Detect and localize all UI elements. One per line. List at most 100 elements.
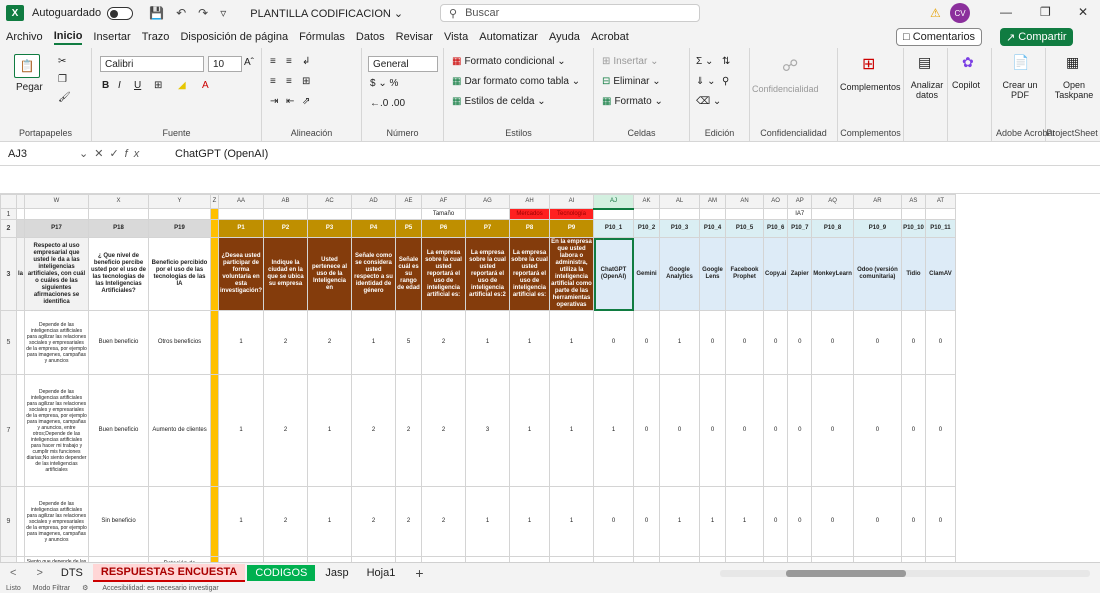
cell-an2[interactable]: P10_5 (725, 219, 765, 238)
cell-value[interactable]: 1 (659, 310, 701, 375)
cell-value[interactable]: 2 (263, 374, 309, 487)
cell-ad3[interactable]: Señale como se considera usted respecto … (351, 237, 397, 311)
col-header-ag[interactable]: AG (465, 194, 511, 209)
wrap-text-icon[interactable]: ↲ (302, 56, 310, 67)
namebox-dropdown-icon[interactable]: ⌄ (79, 148, 94, 160)
cell-al3[interactable]: Google Analytics (659, 237, 701, 311)
merge-icon[interactable]: ⊞ (302, 76, 310, 87)
cell-aj3-selected[interactable]: ChatGPT (OpenAI) (593, 237, 635, 311)
menu-disposicion[interactable]: Disposición de página (180, 31, 288, 43)
col-header-aa[interactable]: AA (218, 194, 265, 209)
cell-ai3[interactable]: En la empresa que usted labora o adminis… (549, 237, 595, 311)
cell[interactable] (15, 219, 26, 238)
minimize-icon[interactable]: — (1000, 5, 1012, 19)
cell-value[interactable]: 2 (395, 486, 423, 557)
copy-icon[interactable]: ❐ (58, 74, 67, 85)
cell-value[interactable]: 0 (699, 374, 727, 487)
cell-ab2[interactable]: P2 (263, 219, 309, 238)
cell-value[interactable]: 0 (763, 486, 789, 557)
next-sheet-icon[interactable]: > (36, 567, 42, 579)
menu-acrobat[interactable]: Acrobat (591, 31, 629, 43)
cell-value[interactable]: 2 (351, 486, 397, 557)
search-box[interactable]: ⚲ Buscar (440, 4, 700, 22)
cell-y2[interactable]: P19 (148, 219, 212, 238)
align-middle-icon[interactable]: ≡ (286, 56, 292, 67)
cell-ak3[interactable]: Gemini (633, 237, 661, 311)
cell[interactable] (307, 208, 353, 220)
copilot-icon[interactable]: ✿ (962, 54, 974, 71)
warning-icon[interactable]: ⚠ (930, 6, 941, 20)
cell-benefit-level[interactable]: Sin beneficio (88, 486, 150, 557)
spreadsheet-grid[interactable]: W X Y Z AA AB AC AD AE AF AG AH AI AJ AK… (0, 194, 1100, 575)
cell[interactable] (852, 208, 902, 220)
cell-value[interactable]: 0 (900, 486, 926, 557)
cut-icon[interactable]: ✂ (58, 56, 66, 67)
col-header-w[interactable]: W (24, 194, 90, 209)
insert-function-icon[interactable]: fx (125, 148, 146, 160)
col-header-as[interactable]: AS (900, 194, 926, 209)
cell-value[interactable]: 0 (725, 310, 765, 375)
sheet-tab-respuestas[interactable]: RESPUESTAS ENCUESTA (92, 564, 246, 582)
table-format-button[interactable]: ▦ Dar formato como tabla ⌄ (452, 76, 580, 87)
menu-ayuda[interactable]: Ayuda (549, 31, 580, 43)
close-icon[interactable]: ✕ (1078, 5, 1088, 19)
cell-value[interactable]: 0 (633, 310, 661, 375)
row-header[interactable]: 9 (0, 486, 17, 557)
cell-usage-text[interactable]: Depende de las inteligencias artificiale… (24, 310, 90, 375)
clear-icon[interactable]: ⌫ ⌄ (696, 96, 721, 107)
cell-value[interactable]: 0 (900, 310, 926, 375)
cell-usage-text[interactable]: Depende de las inteligencias artificiale… (24, 374, 90, 487)
cell-value[interactable]: 0 (787, 486, 813, 557)
cell-value[interactable]: 1 (509, 310, 551, 375)
cell-w2[interactable]: P17 (24, 219, 90, 238)
cell[interactable] (148, 208, 212, 220)
cell-aj2[interactable]: P10_1 (593, 219, 635, 238)
cell-value[interactable]: 2 (421, 374, 467, 487)
cell-value[interactable]: 1 (509, 374, 551, 487)
confirm-formula-icon[interactable]: ✓ (109, 148, 124, 160)
sensitivity-button[interactable]: Confidencialidad (752, 84, 819, 94)
cell-ah3[interactable]: La empresa sobre la cual usted reportará… (509, 237, 551, 311)
cell-value[interactable]: 1 (593, 374, 635, 487)
cell-value[interactable]: 1 (218, 374, 265, 487)
menu-insertar[interactable]: Insertar (93, 31, 130, 43)
cell[interactable] (210, 486, 220, 557)
col-header-x[interactable]: X (88, 194, 150, 209)
cell-ao2[interactable]: P10_6 (763, 219, 789, 238)
formula-input[interactable]: ChatGPT (OpenAI) (169, 148, 268, 160)
sensitivity-icon[interactable]: ☍ (782, 56, 798, 76)
col-header-at[interactable]: AT (924, 194, 956, 209)
cell[interactable] (395, 208, 423, 220)
number-format-select[interactable]: General (368, 56, 438, 72)
borders-icon[interactable]: ⊞ (154, 80, 162, 91)
cell-benefit-level[interactable]: Buen beneficio (88, 374, 150, 487)
cell-value[interactable]: 0 (699, 310, 727, 375)
cell[interactable] (218, 208, 265, 220)
autosum-icon[interactable]: Σ ⌄ (696, 56, 713, 67)
cell-am2[interactable]: P10_4 (699, 219, 727, 238)
underline-button[interactable]: U (134, 80, 141, 91)
col-header-ah[interactable]: AH (509, 194, 551, 209)
col-header-al[interactable]: AL (659, 194, 701, 209)
scrollbar-thumb[interactable] (786, 570, 906, 577)
font-size-select[interactable]: 10 (208, 56, 242, 72)
save-icon[interactable]: 💾 (149, 6, 164, 20)
cell[interactable] (210, 310, 220, 375)
cell-partial[interactable] (15, 310, 26, 375)
cell[interactable] (465, 208, 511, 220)
cell-ap3[interactable]: Zapier (787, 237, 813, 311)
menu-datos[interactable]: Datos (356, 31, 385, 43)
cell-ac3[interactable]: Usted pertenece al uso de la Inteligenci… (307, 237, 353, 311)
menu-revisar[interactable]: Revisar (396, 31, 433, 43)
menu-archivo[interactable]: Archivo (6, 31, 43, 43)
cell-ar2[interactable]: P10_9 (852, 219, 902, 238)
cell-ah1[interactable]: Mercados (509, 208, 551, 220)
cell[interactable] (593, 208, 635, 220)
cell[interactable] (900, 208, 926, 220)
cell-value[interactable]: 0 (852, 310, 902, 375)
cell-value[interactable]: 0 (593, 486, 635, 557)
row-header-2[interactable]: 2 (0, 219, 17, 238)
create-pdf-button[interactable]: Crear un PDF (1000, 80, 1040, 100)
paste-icon[interactable]: 📋 (14, 54, 40, 78)
cell-value[interactable]: 0 (659, 374, 701, 487)
